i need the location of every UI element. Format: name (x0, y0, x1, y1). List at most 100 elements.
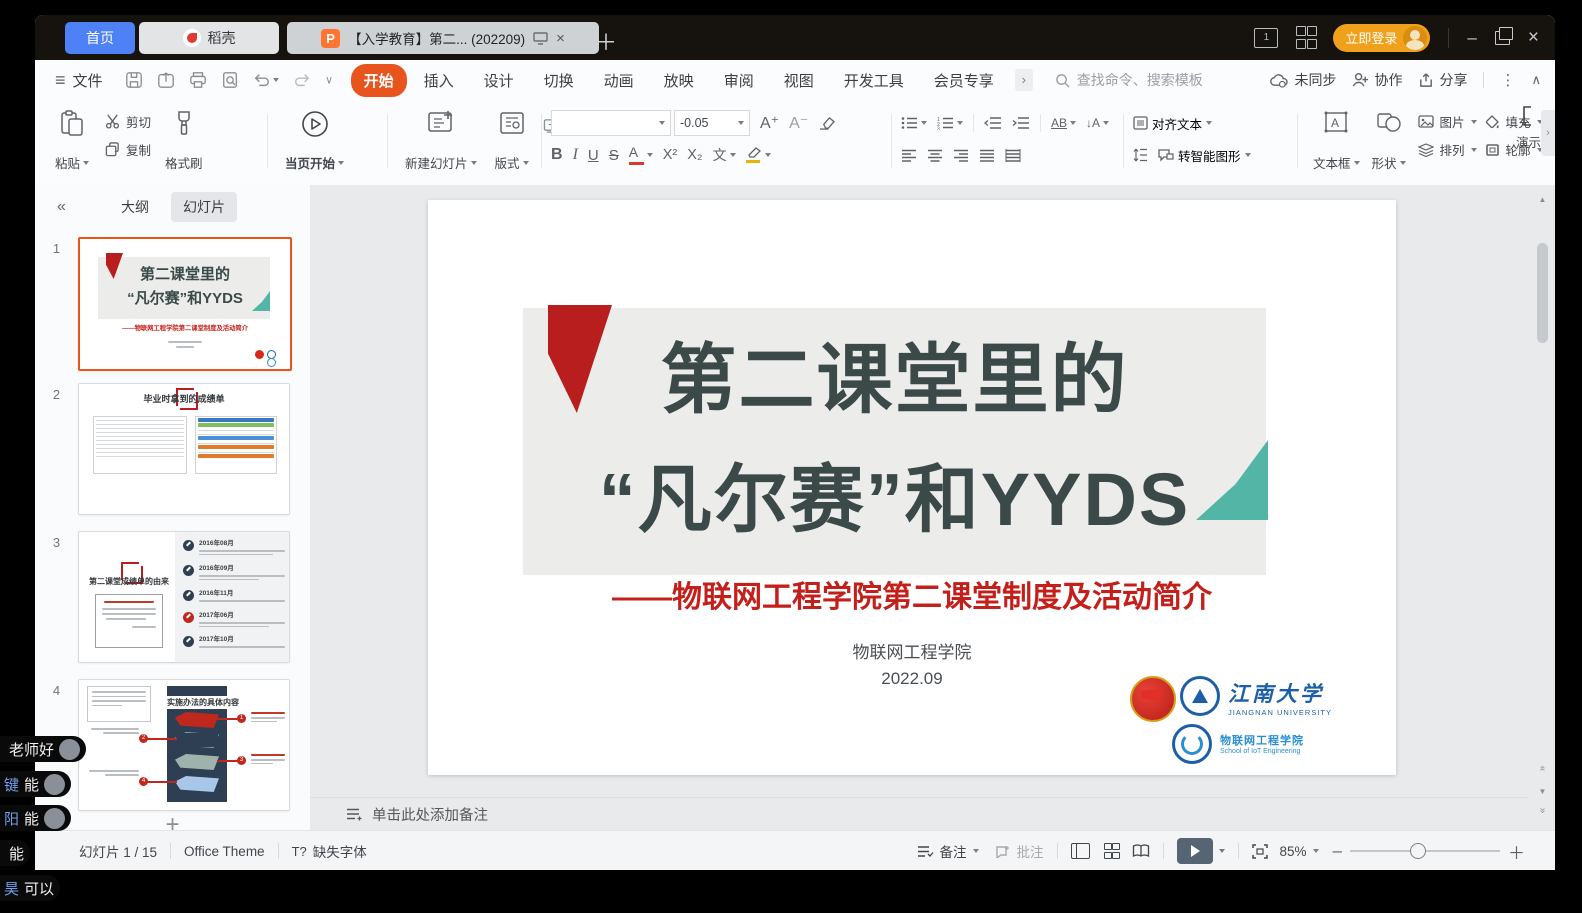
redo-icon[interactable] (293, 71, 311, 89)
font-size-combo[interactable]: -0.05 (674, 110, 750, 136)
slide-thumbnail-1[interactable]: 第二课堂里的 “凡尔赛”和YYDS ——物联网工程学院第二课堂制度及活动简介 (78, 237, 292, 371)
close-tab-icon[interactable]: × (556, 30, 565, 47)
play-from-current-button[interactable]: 当页开始 (279, 108, 350, 174)
distribute-icon[interactable] (1005, 149, 1021, 162)
tab-outline[interactable]: 大纲 (109, 192, 161, 222)
align-text-button[interactable]: 对齐文本 (1133, 114, 1212, 133)
textbox-button[interactable]: A 文本框 (1307, 108, 1366, 174)
window-manage-icon[interactable]: 1 (1254, 28, 1278, 48)
tab-home[interactable]: 首页 (65, 22, 135, 54)
collapse-panel-icon[interactable]: « (57, 198, 66, 216)
print-preview-icon[interactable] (221, 71, 239, 89)
save-icon[interactable] (125, 71, 143, 89)
slide-subtitle[interactable]: ——物联网工程学院第二课堂制度及活动简介 (428, 572, 1396, 616)
comments-toggle[interactable]: 批注 (995, 841, 1044, 861)
font-color-button[interactable]: A (629, 146, 653, 165)
notes-toggle[interactable]: 备注 (917, 841, 979, 861)
bold-icon[interactable]: B (551, 146, 563, 164)
zoom-slider[interactable] (1350, 850, 1500, 852)
scroll-up-icon[interactable]: ▲ (1536, 195, 1549, 204)
customize-quickbar-icon[interactable]: ∧ (325, 74, 333, 87)
vertical-scrollbar[interactable]: ▲ ▼ « « (1536, 195, 1549, 815)
expand-panel-icon[interactable]: › (1541, 110, 1555, 156)
zoom-in-icon[interactable]: ＋ (1508, 839, 1525, 864)
tab-docer[interactable]: 稻壳 (139, 22, 279, 54)
login-button[interactable]: 立即登录 (1333, 24, 1430, 52)
slideshow-play-button[interactable] (1177, 838, 1213, 864)
more-tabs-icon[interactable]: › (1015, 69, 1033, 91)
screen-share-icon[interactable] (533, 32, 548, 45)
decrease-font-icon[interactable]: A⁻ (789, 113, 808, 133)
font-name-combo[interactable] (551, 110, 671, 136)
clear-format-icon[interactable] (818, 116, 836, 130)
normal-view-icon[interactable] (1071, 843, 1090, 859)
collaborate-button[interactable]: 协作 (1352, 70, 1402, 90)
slide-sorter-icon[interactable] (1104, 843, 1118, 859)
tab-animation[interactable]: 动画 (591, 64, 647, 97)
tab-insert[interactable]: 插入 (411, 64, 467, 97)
text-orientation-button[interactable]: ↓A (1086, 116, 1109, 130)
arrange-button[interactable]: 排列 (1418, 140, 1477, 159)
phonetic-guide-button[interactable]: 文 (713, 145, 736, 165)
undo-icon[interactable] (253, 71, 271, 89)
picture-button[interactable]: 图片 (1418, 112, 1477, 131)
align-center-icon[interactable] (927, 149, 943, 162)
tab-review[interactable]: 审阅 (711, 64, 767, 97)
fit-slide-icon[interactable] (1252, 844, 1268, 859)
increase-indent-icon[interactable] (1012, 116, 1030, 130)
theme-name[interactable]: Office Theme (184, 844, 265, 859)
reading-view-icon[interactable] (1132, 844, 1150, 858)
zoom-level[interactable]: 85% (1280, 844, 1319, 859)
slide-title-line1[interactable]: 第二课堂里的 (523, 318, 1266, 428)
underline-icon[interactable]: U (588, 147, 599, 164)
cut-button[interactable]: 剪切 (105, 112, 151, 131)
italic-icon[interactable]: I (573, 146, 578, 164)
slide-layout-button[interactable]: 版式 (489, 108, 535, 174)
text-direction-button[interactable]: AB (1051, 116, 1076, 130)
slide-thumbnail-2[interactable]: 毕业时拿到的成绩单 (78, 383, 290, 515)
scroll-down-icon[interactable]: ▼ (1536, 787, 1549, 796)
command-search[interactable]: 查找命令、搜索模板 (1055, 70, 1203, 90)
restore-window-icon[interactable] (1495, 31, 1510, 45)
copy-button[interactable]: 复制 (105, 140, 151, 159)
app-grid-icon[interactable] (1296, 26, 1315, 49)
subscript-icon[interactable]: X₂ (687, 147, 702, 163)
shapes-button[interactable]: 形状 (1366, 108, 1412, 174)
tab-slideshow[interactable]: 放映 (651, 64, 707, 97)
present-panel-button[interactable]: 演示 (1516, 106, 1541, 151)
slide-thumbnail-4[interactable]: 实施办法的具体内容 1 2 3 4 (78, 679, 290, 811)
notes-bar[interactable]: 单击此处添加备注 (310, 797, 1528, 830)
tab-view[interactable]: 视图 (771, 64, 827, 97)
format-painter-button[interactable]: 格式刷 (159, 108, 209, 174)
close-window-icon[interactable]: × (1528, 27, 1539, 49)
align-right-icon[interactable] (953, 149, 969, 162)
file-menu[interactable]: ≡ 文件 (55, 70, 103, 91)
missing-font-warning[interactable]: T? 缺失字体 (292, 841, 367, 861)
smart-art-button[interactable]: 转智能图形 (1158, 146, 1251, 165)
new-tab-button[interactable]: ＋ (595, 25, 617, 57)
tab-document[interactable]: P 【入学教育】第二... (202209) × (287, 22, 599, 54)
tab-slides[interactable]: 幻灯片 (171, 192, 237, 222)
line-spacing-icon[interactable] (1133, 148, 1148, 162)
tab-start[interactable]: 开始 (351, 64, 407, 97)
scrollbar-thumb[interactable] (1537, 243, 1548, 343)
share-button[interactable]: 分享 (1418, 70, 1467, 90)
zoom-slider-knob[interactable] (1410, 843, 1426, 859)
collapse-ribbon-icon[interactable]: ∧ (1531, 72, 1541, 88)
superscript-icon[interactable]: X² (663, 147, 678, 163)
slide-title-line2[interactable]: “凡尔赛”和YYDS (523, 440, 1266, 547)
zoom-out-icon[interactable]: – (1333, 841, 1342, 861)
print-icon[interactable] (189, 71, 207, 89)
tab-transition[interactable]: 切换 (531, 64, 587, 97)
increase-font-icon[interactable]: A⁺ (760, 113, 779, 133)
decrease-indent-icon[interactable] (984, 116, 1002, 130)
previous-slide-icon[interactable]: « (1537, 762, 1548, 775)
bullet-list-button[interactable] (901, 116, 927, 130)
tab-member[interactable]: 会员专享 (921, 64, 1007, 97)
output-icon[interactable] (157, 71, 175, 89)
undo-caret-icon[interactable] (273, 78, 279, 82)
tab-design[interactable]: 设计 (471, 64, 527, 97)
slide-thumbnail-3[interactable]: 第二课堂成绩单的由来 2016年08月 2016年09月 2016年11月 20… (78, 531, 290, 663)
paste-button[interactable]: 粘贴 (49, 108, 95, 174)
tab-devtools[interactable]: 开发工具 (831, 64, 917, 97)
